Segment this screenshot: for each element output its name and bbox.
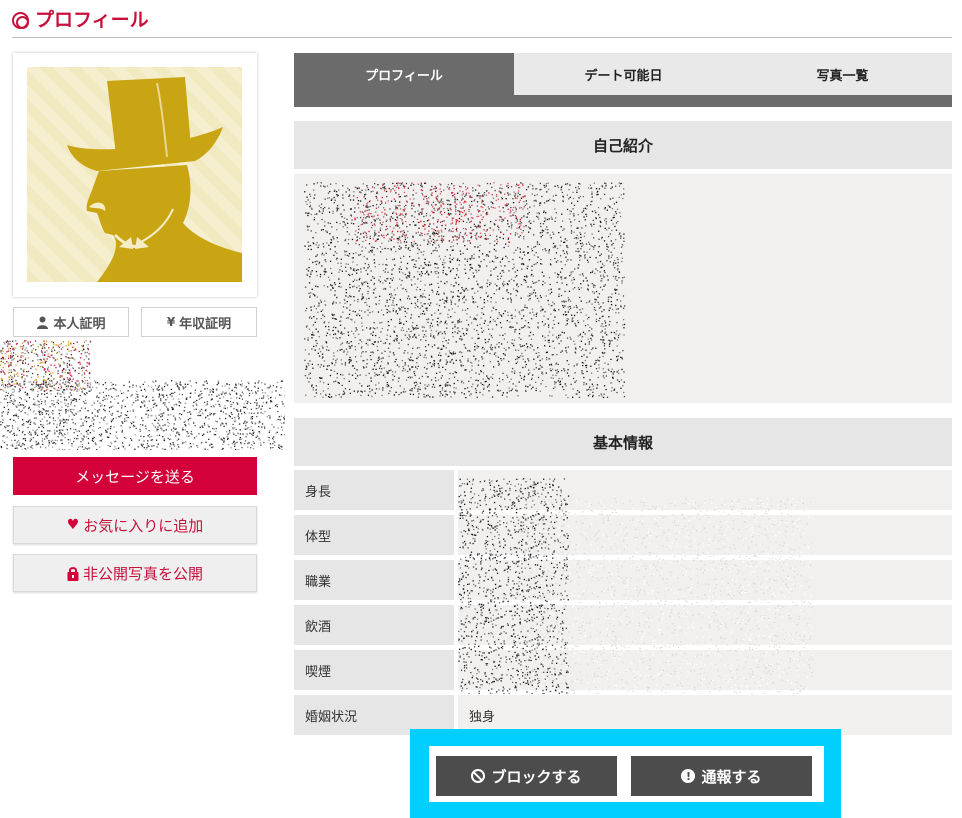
self-introduction-heading: 自己紹介 <box>294 121 952 169</box>
tab-photo-list[interactable]: 写真一覧 <box>733 53 952 95</box>
page-title-text: プロフィール <box>35 9 149 31</box>
tab-photo-list-label: 写真一覧 <box>816 68 869 84</box>
share-private-photos-button[interactable]: 非公開写真を公開 <box>13 554 257 592</box>
info-label-smoking: 喫煙 <box>294 650 454 690</box>
double-circle-icon <box>12 11 29 29</box>
footer-actions: ブロックする ! 通報する <box>429 746 824 802</box>
page-title: プロフィール <box>12 6 952 34</box>
self-introduction-body <box>294 174 952 403</box>
info-label-body-type: 体型 <box>294 515 454 555</box>
person-icon <box>37 316 49 329</box>
add-favorite-label: お気に入りに追加 <box>83 516 204 535</box>
identity-verified-label: 本人証明 <box>53 316 106 332</box>
send-message-label: メッセージを送る <box>75 467 195 486</box>
report-label: 通報する <box>701 767 762 786</box>
identity-verified-badge: 本人証明 <box>13 307 129 337</box>
tab-profile[interactable]: プロフィール <box>294 53 514 95</box>
info-label-height: 身長 <box>294 470 454 510</box>
heart-icon: ♥ <box>66 517 80 533</box>
self-introduction-title: 自己紹介 <box>592 136 653 155</box>
report-button[interactable]: ! 通報する <box>631 756 812 796</box>
share-private-photos-label: 非公開写真を公開 <box>82 564 203 583</box>
redacted-area <box>0 340 285 450</box>
tab-available-dates-label: デート可能日 <box>584 68 663 84</box>
gentleman-silhouette-icon <box>27 67 242 282</box>
profile-tabs: プロフィール デート可能日 写真一覧 <box>294 53 952 107</box>
info-label-occupation: 職業 <box>294 560 454 600</box>
tab-profile-label: プロフィール <box>365 68 443 84</box>
verification-badges: 本人証明 ¥ 年収証明 <box>13 307 257 337</box>
tab-available-dates[interactable]: デート可能日 <box>514 53 733 95</box>
exclamation-icon: ! <box>681 769 696 783</box>
page-header: プロフィール <box>12 6 952 38</box>
redacted-area <box>304 182 626 399</box>
avatar <box>27 67 242 282</box>
yen-icon: ¥ <box>166 315 176 329</box>
send-message-button[interactable]: メッセージを送る <box>13 457 257 495</box>
redacted-area <box>458 478 813 694</box>
basic-info-title: 基本情報 <box>592 433 653 452</box>
block-label: ブロックする <box>491 767 582 786</box>
avatar-frame <box>13 53 257 297</box>
block-icon <box>471 769 486 783</box>
footer-highlight: ブロックする ! 通報する <box>410 729 841 818</box>
block-button[interactable]: ブロックする <box>436 756 617 796</box>
add-favorite-button[interactable]: ♥ お気に入りに追加 <box>13 506 257 544</box>
income-verified-label: 年収証明 <box>179 316 232 332</box>
basic-info-heading: 基本情報 <box>294 418 952 466</box>
lock-icon <box>67 566 79 581</box>
info-label-drinking: 飲酒 <box>294 605 454 645</box>
income-verified-badge: ¥ 年収証明 <box>141 307 257 337</box>
